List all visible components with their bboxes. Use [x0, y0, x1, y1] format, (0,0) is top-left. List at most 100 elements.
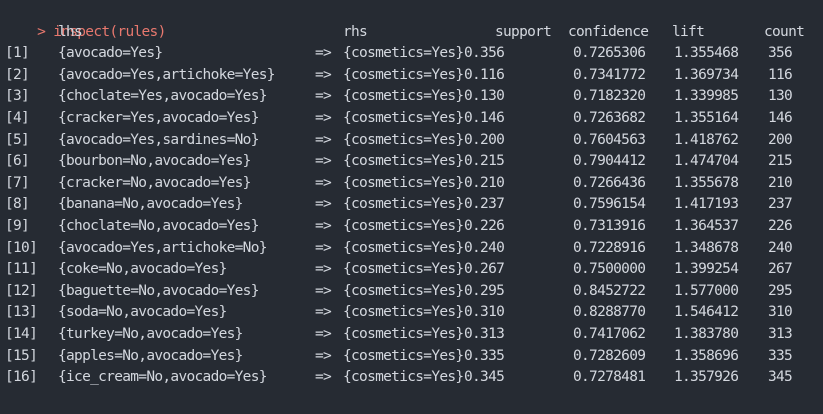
rule-count: 146 — [768, 109, 793, 126]
rule-count: 215 — [768, 153, 793, 170]
rule-rhs: {cosmetics=Yes} — [343, 261, 464, 278]
rule-confidence: 0.7596154 — [573, 196, 646, 213]
rule-lift: 1.577000 — [674, 282, 739, 299]
rule-index: [12] — [5, 282, 38, 299]
rule-confidence: 0.7266436 — [573, 174, 646, 191]
rule-support: 0.313 — [464, 325, 505, 342]
column-header-lift: lift — [672, 23, 705, 40]
rule-arrow: => — [315, 347, 332, 364]
rule-confidence: 0.8288770 — [573, 304, 646, 321]
rule-count: 130 — [768, 88, 793, 105]
table-row: [14] {turkey=No,avocado=Yes} => {cosmetics=… — [5, 324, 823, 346]
rule-index: [7] — [5, 174, 30, 191]
rule-support: 0.345 — [464, 369, 505, 386]
rule-lift: 1.417193 — [674, 196, 739, 213]
rule-confidence: 0.7904412 — [573, 153, 646, 170]
rule-rhs: {cosmetics=Yes} — [343, 66, 464, 83]
rule-count: 240 — [768, 239, 793, 256]
rule-count: 335 — [768, 347, 793, 364]
rule-lhs: {baguette=No,avocado=Yes} — [58, 282, 259, 299]
rule-confidence: 0.7282609 — [573, 347, 646, 364]
rule-rhs: {cosmetics=Yes} — [343, 304, 464, 321]
rule-rhs: {cosmetics=Yes} — [343, 131, 464, 148]
table-header: lhs rhs support confidence lift count — [5, 22, 823, 44]
rule-support: 0.335 — [464, 347, 505, 364]
rule-index: [16] — [5, 369, 38, 386]
table-row: [16] {ice_cream=No,avocado=Yes} => {cosmeti… — [5, 367, 823, 389]
table-row: [4] {cracker=Yes,avocado=Yes} => {cosmetics… — [5, 108, 823, 130]
rule-lhs: {banana=No,avocado=Yes} — [58, 196, 243, 213]
table-row: [12] {baguette=No,avocado=Yes} => {cosmetic… — [5, 281, 823, 303]
rule-support: 0.295 — [464, 282, 505, 299]
rule-arrow: => — [315, 304, 332, 321]
table-row: [6] {bourbon=No,avocado=Yes} => {cosmetics=… — [5, 151, 823, 173]
rule-count: 345 — [768, 369, 793, 386]
rule-arrow: => — [315, 131, 332, 148]
rule-lift: 1.364537 — [674, 217, 739, 234]
rule-lhs: {soda=No,avocado=Yes} — [58, 304, 227, 321]
rule-confidence: 0.7228916 — [573, 239, 646, 256]
table-row: [3] {choclate=Yes,avocado=Yes} => {cosmetic… — [5, 86, 823, 108]
rule-rhs: {cosmetics=Yes} — [343, 174, 464, 191]
rule-rhs: {cosmetics=Yes} — [343, 282, 464, 299]
rule-rhs: {cosmetics=Yes} — [343, 369, 464, 386]
rule-confidence: 0.7313916 — [573, 217, 646, 234]
rule-index: [13] — [5, 304, 38, 321]
rule-confidence: 0.8452722 — [573, 282, 646, 299]
rule-confidence: 0.7604563 — [573, 131, 646, 148]
table-row: [13] {soda=No,avocado=Yes} => {cosmetics=Ye… — [5, 302, 823, 324]
table-row: [1] {avocado=Yes} => {cosmetics=Yes} 0.356 0.… — [5, 43, 823, 65]
rule-confidence: 0.7341772 — [573, 66, 646, 83]
rule-index: [2] — [5, 66, 30, 83]
rule-arrow: => — [315, 153, 332, 170]
rules-table-body: [1] {avocado=Yes} => {cosmetics=Yes} 0.356 0.… — [5, 43, 823, 389]
table-row: [5] {avocado=Yes,sardines=No} => {cosmetics… — [5, 130, 823, 152]
rule-lift: 1.399254 — [674, 261, 739, 278]
table-row: [8] {banana=No,avocado=Yes} => {cosmetics=Y… — [5, 194, 823, 216]
rule-support: 0.226 — [464, 217, 505, 234]
rule-index: [15] — [5, 347, 38, 364]
rule-lift: 1.355678 — [674, 174, 739, 191]
rule-confidence: 0.7417062 — [573, 325, 646, 342]
table-row: [9] {choclate=No,avocado=Yes} => {cosmetics… — [5, 216, 823, 238]
table-row: [2] {avocado=Yes,artichoke=Yes} => {cosmeti… — [5, 65, 823, 87]
rule-arrow: => — [315, 88, 332, 105]
rule-support: 0.146 — [464, 109, 505, 126]
rule-lift: 1.474704 — [674, 153, 739, 170]
rule-count: 116 — [768, 66, 793, 83]
r-console-output[interactable]: > inspect(rules) lhs rhs support confide… — [0, 0, 823, 414]
rule-lhs: {ice_cream=No,avocado=Yes} — [58, 369, 267, 386]
rule-lhs: {bourbon=No,avocado=Yes} — [58, 153, 251, 170]
rule-lhs: {avocado=Yes,artichoke=Yes} — [58, 66, 276, 83]
rule-index: [4] — [5, 109, 30, 126]
rule-support: 0.267 — [464, 261, 505, 278]
rule-arrow: => — [315, 66, 332, 83]
rule-rhs: {cosmetics=Yes} — [343, 88, 464, 105]
rule-count: 295 — [768, 282, 793, 299]
rule-lift: 1.418762 — [674, 131, 739, 148]
rule-index: [1] — [5, 45, 30, 62]
rule-index: [8] — [5, 196, 30, 213]
rule-arrow: => — [315, 325, 332, 342]
rule-count: 267 — [768, 261, 793, 278]
rule-lhs: {cracker=Yes,avocado=Yes} — [58, 109, 259, 126]
rule-arrow: => — [315, 45, 332, 62]
rule-lift: 1.348678 — [674, 239, 739, 256]
rule-support: 0.130 — [464, 88, 505, 105]
rule-count: 310 — [768, 304, 793, 321]
rule-arrow: => — [315, 174, 332, 191]
rule-confidence: 0.7263682 — [573, 109, 646, 126]
rule-count: 226 — [768, 217, 793, 234]
command-line: > inspect(rules) — [5, 0, 823, 40]
rule-lhs: {avocado=Yes,artichoke=No} — [58, 239, 267, 256]
column-header-count: count — [764, 23, 805, 40]
rule-lhs: {coke=No,avocado=Yes} — [58, 261, 227, 278]
rule-lift: 1.546412 — [674, 304, 739, 321]
rule-lhs: {choclate=No,avocado=Yes} — [58, 217, 259, 234]
rule-rhs: {cosmetics=Yes} — [343, 153, 464, 170]
column-header-support: support — [495, 23, 552, 40]
rule-support: 0.240 — [464, 239, 505, 256]
table-row: [11] {coke=No,avocado=Yes} => {cosmetics=Ye… — [5, 259, 823, 281]
rule-lift: 1.358696 — [674, 347, 739, 364]
table-row: [7] {cracker=No,avocado=Yes} => {cosmetics=… — [5, 173, 823, 195]
